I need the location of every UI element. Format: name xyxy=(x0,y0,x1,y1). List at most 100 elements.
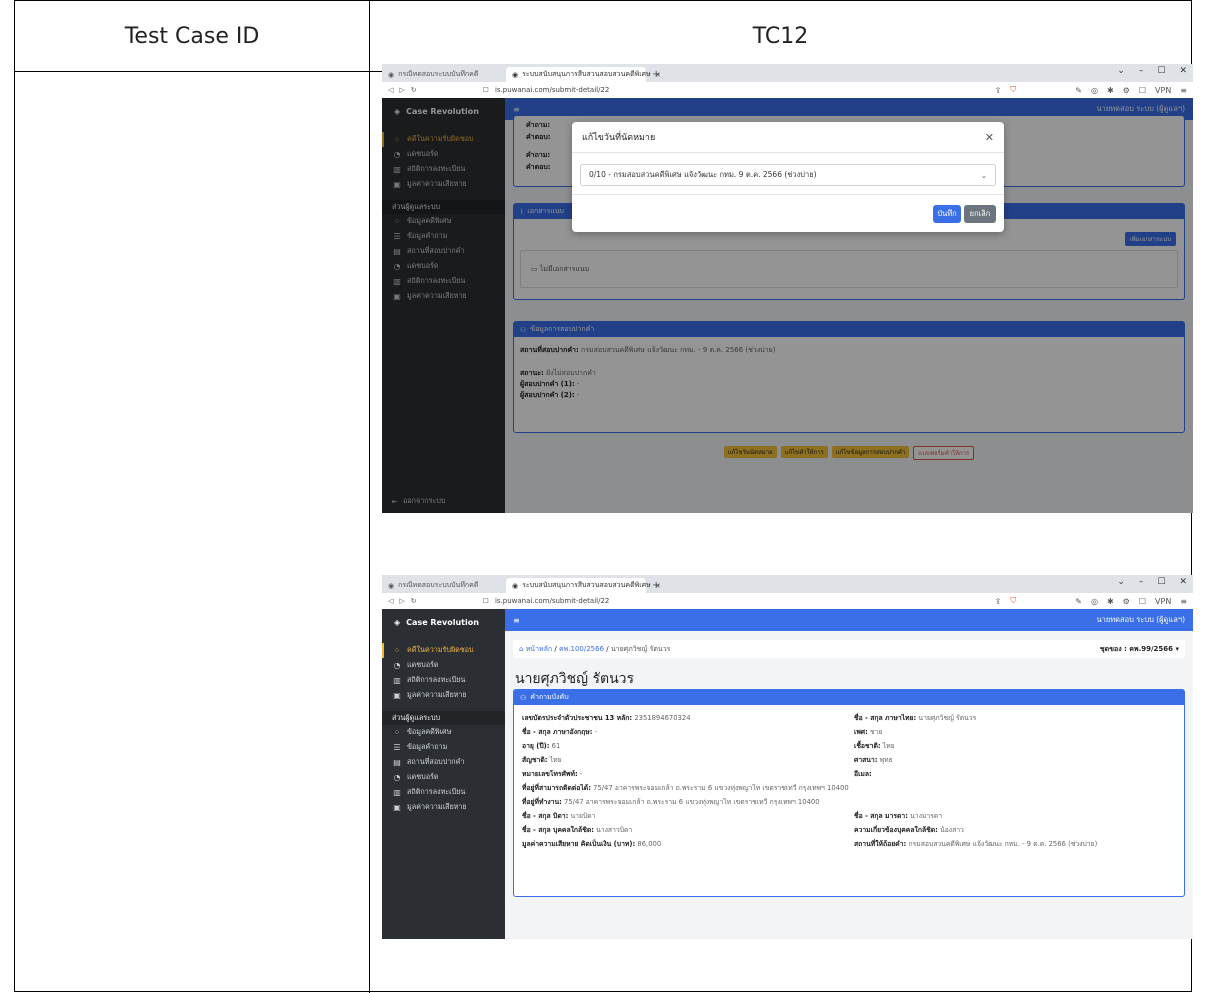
sidebar-item-admin-damage[interactable]: ▣ มูลค่าความเสียหาย xyxy=(382,800,505,815)
settings-icon[interactable]: ⚙ xyxy=(1123,597,1130,606)
sidebar-item-admin-stats[interactable]: ▥ สถิติการลงทะเบียน xyxy=(382,785,505,800)
chevron-down-icon[interactable]: ⌄ xyxy=(1117,66,1125,76)
message-icon: ☰ xyxy=(393,743,401,752)
browser-tab-inactive[interactable]: ◉ กรณีทดสอบระบบบันทึกคดี xyxy=(382,67,506,82)
field-key: ชื่อ - สกุล บุคคลใกล้ชิด: xyxy=(522,826,594,834)
shield-icon[interactable]: ⛉ xyxy=(1010,85,1016,95)
browser-tab-inactive[interactable]: ◉ กรณีทดสอบระบบบันทึกคดี xyxy=(382,578,506,593)
field-ethnicity: เชื้อชาติ: ไทย xyxy=(854,740,1176,751)
table-divider-vertical xyxy=(369,1,370,993)
browser-tab-active[interactable]: ◉ ระบบสนับสนุนการสืบสวนสอบสวนคดีพิเศษ ✕ xyxy=(506,67,661,82)
screenshot-edit-appointment: ◉ กรณีทดสอบระบบบันทึกคดี ◉ ระบบสนับสนุนการ… xyxy=(382,64,1193,513)
settings-icon[interactable]: ⚙ xyxy=(1123,86,1130,95)
field-gender: เพศ: ชาย xyxy=(854,726,1176,737)
main-content: ≡ นายทดสอบ ระบบ (ผู้ดูแลฯ) ⌂ หน้าหลัก / ค… xyxy=(505,609,1193,939)
field-value: กรมสอบสวนคดีพิเศษ แจ้งวัฒนะ กทม. - 9 ต.ค… xyxy=(908,840,1098,848)
menu-icon[interactable]: ≡ xyxy=(1180,86,1187,95)
money-icon: ▣ xyxy=(393,803,401,812)
brand[interactable]: ◈ Case Revolution xyxy=(382,609,505,635)
window-controls: ⌄ – ☐ ✕ xyxy=(1117,66,1187,76)
sidebar-item-special-cases[interactable]: ⁘ ข้อมูลคดีพิเศษ xyxy=(382,725,505,740)
reload-icon[interactable]: ↻ xyxy=(411,86,417,94)
maximize-icon[interactable]: ☐ xyxy=(1157,66,1165,76)
back-icon[interactable]: ◁ xyxy=(388,597,393,605)
sidebar-item-questions[interactable]: ☰ ข้อมูลคำถาม xyxy=(382,740,505,755)
minimize-icon[interactable]: – xyxy=(1139,577,1144,587)
browser-tab-active[interactable]: ◉ ระบบสนับสนุนการสืบสวนสอบสวนคดีพิเศษ ✕ xyxy=(506,578,661,593)
share-icon[interactable]: ⇪ xyxy=(995,597,1002,606)
gauge-icon: ◔ xyxy=(393,773,401,782)
forward-icon[interactable]: ▷ xyxy=(399,86,404,94)
back-icon[interactable]: ◁ xyxy=(388,86,393,94)
home-icon: ⌂ xyxy=(519,645,524,653)
camera-icon[interactable]: ◎ xyxy=(1091,597,1098,606)
clipboard-icon: ▤ xyxy=(393,758,401,767)
sidebar-item-cases[interactable]: ⁘ คดีในความรับผิดชอบ xyxy=(382,643,505,658)
menu-icon[interactable]: ≡ xyxy=(1180,597,1187,606)
tab-title: กรณีทดสอบระบบบันทึกคดี xyxy=(398,581,479,589)
screenshot-person-detail: ◉ กรณีทดสอบระบบบันทึกคดี ◉ ระบบสนับสนุนการ… xyxy=(382,575,1193,939)
field-damage-value: มูลค่าความเสียหาย คิดเป็นเงิน (บาท): 86,… xyxy=(522,838,844,849)
breadcrumb-home[interactable]: หน้าหลัก xyxy=(526,644,552,655)
sidebar-item-dashboard[interactable]: ◔ แดชบอร์ด xyxy=(382,658,505,673)
close-window-icon[interactable]: ✕ xyxy=(1179,66,1187,76)
field-key: ที่อยู่ที่สามารถติดต่อได้: xyxy=(522,784,591,792)
sidebar-item-places[interactable]: ▤ สถานที่สอบปากคำ xyxy=(382,755,505,770)
vpn-label[interactable]: VPN xyxy=(1155,597,1171,606)
hamburger-icon[interactable]: ≡ xyxy=(513,616,520,625)
reload-icon[interactable]: ↻ xyxy=(411,597,417,605)
field-key: มูลค่าความเสียหาย คิดเป็นเงิน (บาท): xyxy=(522,840,636,848)
browser-toolbar-right: ⇪ ⛉ ✎ ◎ ✱ ⚙ ☐ VPN ≡ xyxy=(995,85,1187,95)
save-button[interactable]: บันทึก xyxy=(933,205,961,223)
field-value: - xyxy=(579,770,583,778)
extension-icon[interactable]: ✎ xyxy=(1075,597,1082,606)
field-value: ไทย xyxy=(549,756,562,764)
share-icon[interactable]: ⇪ xyxy=(995,86,1002,95)
globe-icon: ◉ xyxy=(512,70,519,79)
new-tab-icon[interactable]: + xyxy=(646,69,666,82)
field-value: ชาย xyxy=(870,728,883,736)
chevron-down-icon[interactable]: ⌄ xyxy=(1117,577,1125,587)
sidebar-item-stats[interactable]: ▥ สถิติการลงทะเบียน xyxy=(382,673,505,688)
user-menu[interactable]: นายทดสอบ ระบบ (ผู้ดูแลฯ) xyxy=(1097,614,1186,626)
extension-icon[interactable]: ✎ xyxy=(1075,86,1082,95)
field-testimony-place: สถานที่ให้ถ้อยคำ: กรมสอบสวนคดีพิเศษ แจ้ง… xyxy=(854,838,1176,849)
field-religion: ศาสนา: พุทธ xyxy=(854,754,1176,765)
test-case-id-value: TC12 xyxy=(752,23,809,49)
bookmark-icon[interactable]: ☐ xyxy=(483,86,489,94)
gauge-icon: ◔ xyxy=(393,661,401,670)
reader-icon[interactable]: ☐ xyxy=(1139,597,1146,606)
field-value: - xyxy=(594,728,598,736)
close-window-icon[interactable]: ✕ xyxy=(1179,577,1187,587)
camera-icon[interactable]: ◎ xyxy=(1091,86,1098,95)
browser-address-bar: ◁ ▷ ↻ ☐ is.puwanai.com/submit-detail/22 ⇪ ⛉… xyxy=(382,82,1193,99)
forward-icon[interactable]: ▷ xyxy=(399,597,404,605)
sidebar-item-label: แดชบอร์ด xyxy=(407,660,439,669)
sidebar-item-label: แดชบอร์ด xyxy=(407,772,439,781)
url-text[interactable]: is.puwanai.com/submit-detail/22 xyxy=(495,86,609,94)
sidebar-item-damage[interactable]: ▣ มูลค่าความเสียหาย xyxy=(382,688,505,703)
cancel-button[interactable]: ยกเลิก xyxy=(964,205,996,223)
vpn-label[interactable]: VPN xyxy=(1155,86,1171,95)
maximize-icon[interactable]: ☐ xyxy=(1157,577,1165,587)
sidebar-item-admin-dashboard[interactable]: ◔ แดชบอร์ด xyxy=(382,770,505,785)
bookmark-star-icon[interactable]: ✱ xyxy=(1107,86,1114,95)
field-key: ชื่อ - สกุล ภาษาไทย: xyxy=(854,714,917,722)
field-name-en: ชื่อ - สกุล ภาษาอังกฤษ: - xyxy=(522,726,844,737)
reader-icon[interactable]: ☐ xyxy=(1139,86,1146,95)
field-key: ชื่อ - สกุล ภาษาอังกฤษ: xyxy=(522,728,593,736)
appointment-select[interactable]: 0/10 - กรมสอบสวนคดีพิเศษ แจ้งวัฒนะ กทม. … xyxy=(580,164,996,186)
close-icon[interactable]: ✕ xyxy=(985,131,994,144)
minimize-icon[interactable]: – xyxy=(1139,66,1144,76)
group-selector[interactable]: ชุดของ : คพ.99/2566 ▾ xyxy=(1100,644,1179,655)
shield-icon[interactable]: ⛉ xyxy=(1010,596,1016,606)
new-tab-icon[interactable]: + xyxy=(646,580,666,593)
breadcrumb-case[interactable]: คพ.100/2566 xyxy=(559,644,604,655)
bookmark-star-icon[interactable]: ✱ xyxy=(1107,597,1114,606)
bookmark-icon[interactable]: ☐ xyxy=(483,597,489,605)
field-relationship: ความเกี่ยวข้องบุคคลใกล้ชิด: น้องสาว xyxy=(854,824,1176,835)
sidebar-item-label: ข้อมูลคำถาม xyxy=(407,742,448,751)
required-questions-card: ⚇ คำถามบังคับ เลขบัตรประจำตัวประชาชน 13 ห… xyxy=(513,689,1185,897)
url-text[interactable]: is.puwanai.com/submit-detail/22 xyxy=(495,597,609,605)
sidebar-item-label: คดีในความรับผิดชอบ xyxy=(407,645,474,654)
